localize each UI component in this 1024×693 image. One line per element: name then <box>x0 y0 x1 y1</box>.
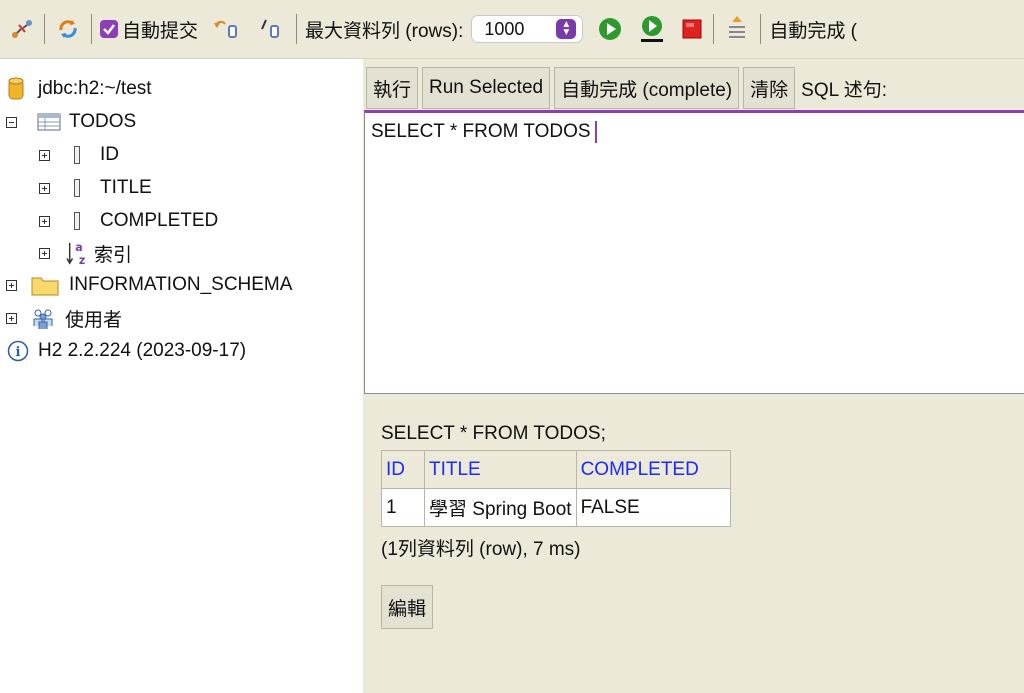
tree-connection[interactable]: jdbc:h2:~/test <box>6 73 152 105</box>
stepper-icon[interactable]: ▲ ▼ <box>556 19 577 39</box>
max-rows-select[interactable]: 1000 ▲ ▼ <box>471 15 584 43</box>
sql-editor[interactable]: SELECT * FROM TODOS <box>364 110 1024 394</box>
column-icon <box>70 209 84 233</box>
svg-text:a: a <box>75 241 82 254</box>
rollback-icon[interactable] <box>210 14 244 44</box>
result-summary: (1列資料列 (row), 7 ms) <box>381 539 581 560</box>
run-icon[interactable] <box>595 14 625 44</box>
table-cell: 1 <box>381 488 425 527</box>
sql-text: SELECT * FROM TODOS <box>371 121 591 143</box>
tree-information-schema[interactable]: INFORMATION_SCHEMA <box>6 269 292 301</box>
run-selected-button[interactable]: Run Selected <box>422 67 551 109</box>
auto-commit-label[interactable]: 自動提交 <box>122 16 198 43</box>
tree-table-todos[interactable]: TODOS <box>6 106 136 138</box>
toolbar-separator <box>44 14 45 44</box>
table-cell: 學習 Spring Boot <box>424 488 577 527</box>
max-rows-value: 1000 <box>484 18 525 39</box>
tree-column-id[interactable]: ID <box>39 139 119 171</box>
column-header-completed[interactable]: COMPLETED <box>575 450 731 489</box>
result-area: SELECT * FROM TODOS; ID TITLE COMPLETED … <box>381 423 731 561</box>
disconnect-icon[interactable] <box>8 14 36 44</box>
execute-button[interactable]: 執行 <box>366 67 419 109</box>
collapse-toggle-icon[interactable] <box>6 116 17 128</box>
table-name-label: TODOS <box>69 111 137 132</box>
svg-text:i: i <box>16 345 21 360</box>
table-icon <box>37 110 61 134</box>
tree-indexes[interactable]: az 索引 <box>39 237 132 269</box>
toolbar-separator <box>91 14 92 44</box>
expand-toggle-icon[interactable] <box>39 247 50 259</box>
sort-az-icon: az <box>66 241 90 267</box>
edit-button[interactable]: 編輯 <box>381 585 434 629</box>
query-button-bar: 執行 Run Selected 自動完成 (complete) 清除 SQL 述… <box>363 66 887 110</box>
toolbar: 自動提交 最大資料列 (rows): 1000 ▲ ▼ 自動完成 ( <box>0 0 1024 59</box>
expand-toggle-icon[interactable] <box>39 215 50 227</box>
tree-column-title[interactable]: TITLE <box>39 172 152 204</box>
version-label: H2 2.2.224 (2023-09-17) <box>38 340 247 361</box>
table-cell: FALSE <box>575 488 731 527</box>
indexes-label: 索引 <box>94 244 133 266</box>
max-rows-label: 最大資料列 (rows): <box>305 20 464 42</box>
users-label: 使用者 <box>65 309 123 331</box>
text-caret <box>594 121 597 143</box>
svg-text:z: z <box>79 254 85 267</box>
column-label: ID <box>100 144 119 165</box>
tree-users[interactable]: 使用者 <box>6 302 122 334</box>
tree-version: i H2 2.2.224 (2023-09-17) <box>6 335 246 367</box>
column-icon <box>70 176 84 200</box>
sql-statement-label: SQL 述句: <box>801 79 888 101</box>
tree-column-completed[interactable]: COMPLETED <box>39 205 218 237</box>
expand-toggle-icon[interactable] <box>6 312 17 324</box>
expand-toggle-icon[interactable] <box>39 149 50 161</box>
column-header-id[interactable]: ID <box>381 450 425 489</box>
connection-label: jdbc:h2:~/test <box>38 78 152 99</box>
info-icon: i <box>6 339 30 363</box>
toolbar-separator <box>296 14 298 44</box>
auto-complete-label[interactable]: 自動完成 ( <box>769 16 857 43</box>
column-label: TITLE <box>100 177 152 198</box>
history-icon[interactable] <box>722 14 752 44</box>
toolbar-separator <box>760 14 762 44</box>
result-query-text: SELECT * FROM TODOS; <box>381 423 606 444</box>
run-selected-icon[interactable] <box>637 14 667 44</box>
auto-complete-button[interactable]: 自動完成 (complete) <box>554 67 740 109</box>
schema-label: INFORMATION_SCHEMA <box>69 274 293 295</box>
column-icon <box>70 143 84 167</box>
schema-tree: jdbc:h2:~/test TODOS ID TITLE COMPLETED … <box>0 59 363 693</box>
query-panel: 執行 Run Selected 自動完成 (complete) 清除 SQL 述… <box>363 59 1024 693</box>
table-row: 1 學習 Spring Boot FALSE <box>381 488 731 527</box>
expand-toggle-icon[interactable] <box>39 182 50 194</box>
result-header-row: ID TITLE COMPLETED <box>381 450 731 489</box>
result-table: ID TITLE COMPLETED 1 學習 Spring Boot FALS… <box>381 450 731 527</box>
refresh-icon[interactable] <box>53 14 83 44</box>
clear-button[interactable]: 清除 <box>743 67 796 109</box>
stop-icon[interactable] <box>679 14 705 44</box>
database-icon <box>6 77 26 101</box>
auto-commit-checkbox[interactable] <box>100 20 118 38</box>
toolbar-separator <box>713 14 715 44</box>
commit-icon[interactable] <box>254 14 288 44</box>
expand-toggle-icon[interactable] <box>6 279 17 291</box>
users-icon <box>31 306 55 330</box>
column-label: COMPLETED <box>100 210 219 231</box>
column-header-title[interactable]: TITLE <box>424 450 577 489</box>
folder-icon <box>31 273 59 297</box>
